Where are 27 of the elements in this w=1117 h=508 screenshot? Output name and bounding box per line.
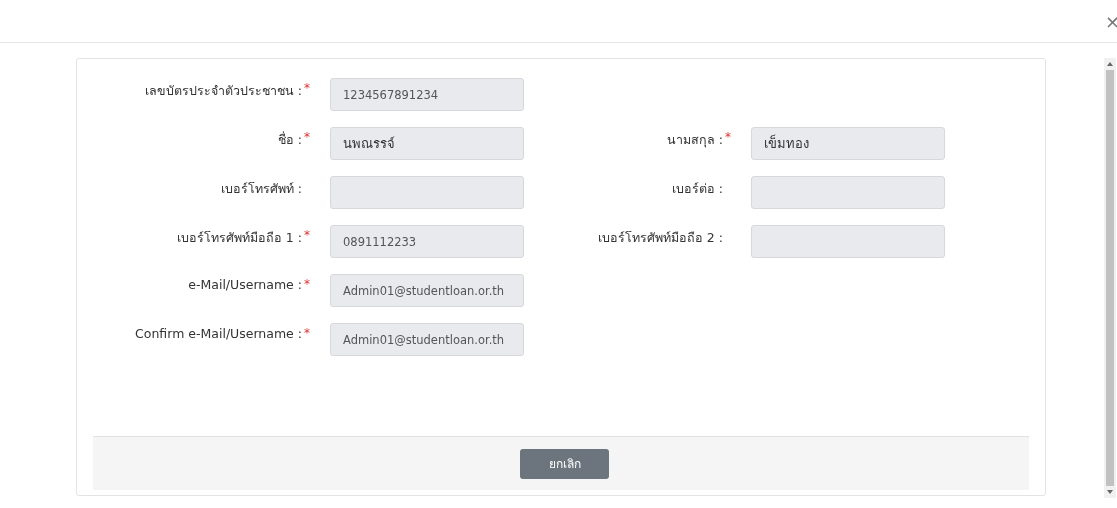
cancel-button[interactable]: ยกเลิก — [520, 448, 609, 479]
field-label: เลขบัตรประจำตัวประชาชน : — [144, 82, 302, 100]
close-button[interactable]: × — [1104, 10, 1117, 32]
required-mark: * — [304, 228, 311, 242]
field-label: e-Mail/Username : — [188, 277, 302, 292]
text-field[interactable] — [751, 176, 945, 209]
text-field[interactable]: นพณรรจ์ — [330, 127, 524, 160]
text-field[interactable]: 0891112233 — [330, 225, 524, 258]
text-field[interactable] — [751, 225, 945, 258]
required-mark: * — [725, 130, 732, 144]
field-label: นามสกุล : — [666, 131, 723, 150]
field-label: เบอร์โทรศัพท์ : — [220, 180, 302, 198]
scrollbar[interactable] — [1104, 58, 1116, 498]
text-field[interactable]: Admin01@studentloan.or.th — [330, 274, 524, 307]
field-label: Confirm e-Mail/Username : — [135, 326, 302, 341]
field-label: ชื่อ : — [277, 130, 302, 149]
field-label: เบอร์ต่อ : — [671, 180, 723, 198]
text-field[interactable]: Admin01@studentloan.or.th — [330, 323, 524, 356]
text-field[interactable] — [330, 176, 524, 209]
required-mark: * — [304, 130, 311, 144]
required-mark: * — [304, 81, 311, 95]
field-label: เบอร์โทรศัพท์มือถือ 1 : — [176, 229, 302, 247]
text-field[interactable]: เข็มทอง — [751, 127, 945, 160]
text-field[interactable]: 1234567891234 — [330, 78, 524, 111]
field-label: เบอร์โทรศัพท์มือถือ 2 : — [597, 229, 723, 247]
required-mark: * — [304, 277, 311, 291]
required-mark: * — [304, 326, 311, 340]
